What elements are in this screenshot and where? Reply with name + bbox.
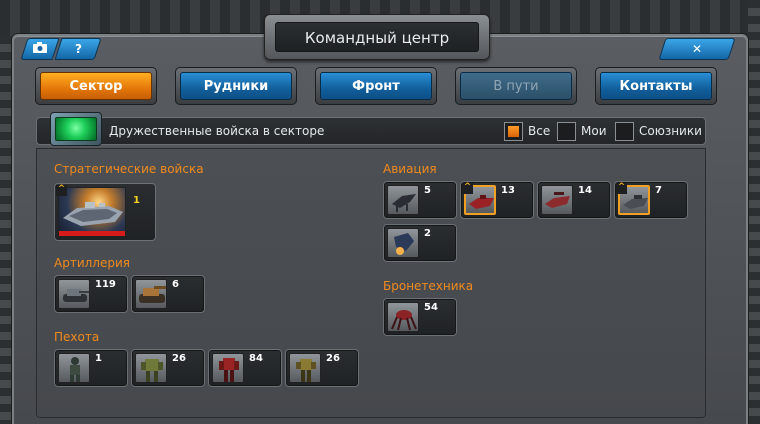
tab-front-label: Фронт — [320, 72, 432, 100]
section-title-armor: Бронетехника — [383, 279, 474, 293]
filter-mine-checkbox[interactable] — [557, 122, 576, 141]
artillery-vehicle-icon — [135, 279, 167, 309]
battleship-icon — [58, 187, 126, 237]
filter-title: Дружественные войска в секторе — [109, 124, 325, 138]
drone-icon — [387, 185, 419, 215]
tab-mines-label: Рудники — [180, 72, 292, 100]
unit-count: 119 — [95, 279, 116, 290]
red-mech-icon — [212, 353, 244, 383]
unit-card-red-gunship[interactable]: 14 — [537, 181, 611, 219]
sector-emblem-icon — [50, 112, 102, 146]
unit-count: 14 — [578, 185, 592, 196]
exoskeleton-icon — [289, 353, 321, 383]
section-title-artillery: Артиллерия — [54, 256, 130, 270]
unit-card-bomber[interactable]: ^ 7 — [614, 181, 688, 219]
soldier-icon — [58, 353, 90, 383]
tab-contacts-label: Контакты — [600, 72, 712, 100]
unit-card-mech[interactable]: 26 — [131, 349, 205, 387]
unit-card-drone[interactable]: 5 — [383, 181, 457, 219]
mech-icon — [135, 353, 167, 383]
unit-count: 2 — [424, 228, 431, 239]
tab-in-transit: В пути — [455, 67, 577, 105]
tab-sector-label: Сектор — [40, 72, 152, 100]
help-label: ? — [74, 42, 82, 56]
spider-walker-icon — [387, 302, 419, 332]
filter-allies-label: Союзники — [639, 124, 702, 138]
unit-count: 84 — [249, 353, 263, 364]
section-title-infantry: Пехота — [54, 330, 100, 344]
tab-in-transit-label: В пути — [460, 72, 572, 100]
close-button[interactable]: ✕ — [658, 38, 736, 60]
tab-sector[interactable]: Сектор — [35, 67, 157, 105]
unit-card-exoskeleton[interactable]: 26 — [285, 349, 359, 387]
background-decoration-right — [748, 0, 760, 424]
tank-icon — [58, 279, 90, 309]
unit-card-red-mech[interactable]: 84 — [208, 349, 282, 387]
unit-card-tank[interactable]: 119 — [54, 275, 128, 313]
section-title-strategic: Стратегические войска — [54, 162, 204, 176]
elite-rank-icon: ^ — [616, 182, 627, 194]
camera-icon — [33, 42, 47, 56]
unit-count: 26 — [326, 353, 340, 364]
unit-count: 5 — [424, 185, 431, 196]
elite-rank-icon: ^ — [56, 184, 67, 196]
unit-count: 54 — [424, 302, 438, 313]
help-button[interactable]: ? — [54, 38, 102, 60]
unit-count: 1 — [95, 353, 102, 364]
tab-contacts[interactable]: Контакты — [595, 67, 717, 105]
filter-all-checkbox[interactable] — [504, 122, 523, 141]
window-title: Командный центр — [275, 22, 479, 52]
unit-card-spider-walker[interactable]: 54 — [383, 298, 457, 336]
unit-count: 13 — [501, 185, 515, 196]
unit-card-jet[interactable]: 2 — [383, 224, 457, 262]
title-plate: Командный центр — [264, 14, 490, 60]
unit-card-battleship[interactable]: ^ 1 — [54, 183, 156, 241]
filter-all-label: Все — [528, 124, 551, 138]
unit-card-artillery-vehicle[interactable]: 6 — [131, 275, 205, 313]
unit-count: 26 — [172, 353, 186, 364]
unit-card-red-fighter[interactable]: ^ 13 — [460, 181, 534, 219]
tab-front[interactable]: Фронт — [315, 67, 437, 105]
filter-allies-checkbox[interactable] — [615, 122, 634, 141]
elite-rank-icon: ^ — [462, 182, 473, 194]
red-gunship-icon — [541, 185, 573, 215]
unit-count: 7 — [655, 185, 662, 196]
background-decoration-left — [0, 36, 12, 424]
close-icon: ✕ — [691, 42, 703, 56]
section-title-aviation: Авиация — [383, 162, 437, 176]
unit-count: 1 — [133, 195, 140, 206]
jet-icon — [387, 228, 419, 258]
tab-mines[interactable]: Рудники — [175, 67, 297, 105]
filter-mine-label: Мои — [581, 124, 607, 138]
unit-count: 6 — [172, 279, 179, 290]
unit-card-soldier[interactable]: 1 — [54, 349, 128, 387]
